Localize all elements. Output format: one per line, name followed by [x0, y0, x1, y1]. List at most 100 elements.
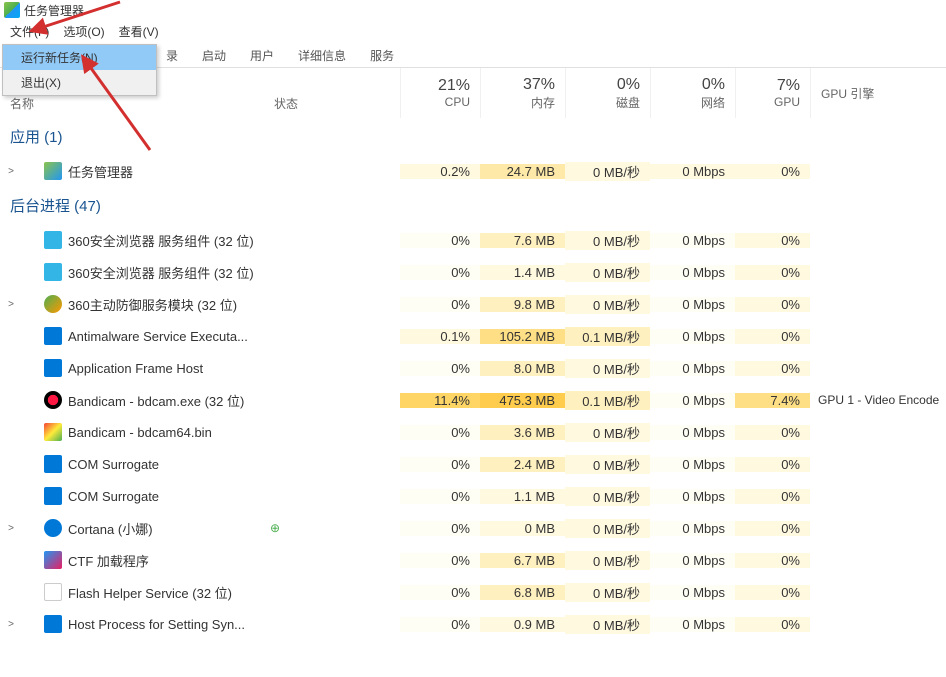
cell-cpu: 0% [400, 489, 480, 504]
cell-disk: 0 MB/秒 [565, 295, 650, 314]
process-name: COM Surrogate [68, 457, 159, 472]
process-icon [44, 423, 62, 441]
process-name: 360安全浏览器 服务组件 (32 位) [68, 231, 254, 250]
cell-gpu: 0% [735, 553, 810, 568]
process-name: COM Surrogate [68, 489, 159, 504]
group-header: 应用 (1) [0, 118, 946, 155]
process-row[interactable]: >Cortana (小娜)⊕0%0 MB0 MB/秒0 Mbps0% [0, 512, 946, 544]
cell-disk: 0 MB/秒 [565, 263, 650, 282]
header-net[interactable]: 0% 网络 [650, 68, 735, 118]
expand-chevron-icon[interactable]: > [4, 166, 18, 177]
cell-net: 0 Mbps [650, 617, 735, 632]
process-icon [44, 359, 62, 377]
menu-file[interactable]: 文件(F) [4, 21, 55, 42]
header-cpu[interactable]: 21% CPU [400, 68, 480, 118]
cell-cpu: 0% [400, 265, 480, 280]
expand-chevron-icon[interactable]: > [4, 619, 18, 630]
expand-chevron-icon[interactable]: > [4, 299, 18, 310]
cell-disk: 0.1 MB/秒 [565, 327, 650, 346]
expand-chevron-icon[interactable]: > [4, 523, 18, 534]
process-name: 360主动防御服务模块 (32 位) [68, 295, 237, 314]
cell-mem: 0 MB [480, 521, 565, 536]
cell-net: 0 Mbps [650, 361, 735, 376]
process-row[interactable]: Application Frame Host0%8.0 MB0 MB/秒0 Mb… [0, 352, 946, 384]
cell-net: 0 Mbps [650, 164, 735, 179]
tab-startup[interactable]: 启动 [192, 44, 236, 67]
cell-disk: 0 MB/秒 [565, 455, 650, 474]
cell-mem: 1.1 MB [480, 489, 565, 504]
dropdown-exit[interactable]: 退出(X) [3, 70, 156, 95]
header-disk[interactable]: 0% 磁盘 [565, 68, 650, 118]
header-gpu[interactable]: 7% GPU [735, 68, 810, 118]
process-row[interactable]: CTF 加载程序0%6.7 MB0 MB/秒0 Mbps0% [0, 544, 946, 576]
process-name: Flash Helper Service (32 位) [68, 583, 232, 602]
process-row[interactable]: COM Surrogate0%2.4 MB0 MB/秒0 Mbps0% [0, 448, 946, 480]
process-icon [44, 583, 62, 601]
cell-mem: 0.9 MB [480, 617, 565, 632]
process-icon [44, 519, 62, 537]
cell-gpu: 0% [735, 617, 810, 632]
process-row[interactable]: >任务管理器0.2%24.7 MB0 MB/秒0 Mbps0% [0, 155, 946, 187]
process-row[interactable]: 360安全浏览器 服务组件 (32 位)0%7.6 MB0 MB/秒0 Mbps… [0, 224, 946, 256]
cell-mem: 2.4 MB [480, 457, 565, 472]
process-row[interactable]: >360主动防御服务模块 (32 位)0%9.8 MB0 MB/秒0 Mbps0… [0, 288, 946, 320]
process-row[interactable]: 360安全浏览器 服务组件 (32 位) 0%1.4 MB0 MB/秒0 Mbps… [0, 256, 946, 288]
process-icon [44, 455, 62, 473]
cell-cpu: 0% [400, 297, 480, 312]
process-name-cell: Bandicam - bdcam.exe (32 位) [0, 391, 270, 410]
process-name: Application Frame Host [68, 361, 203, 376]
process-name: Cortana (小娜) [68, 519, 153, 538]
cell-mem: 105.2 MB [480, 329, 565, 344]
cell-gpu-engine: GPU 1 - Video Encode [810, 393, 946, 407]
header-mem[interactable]: 37% 内存 [480, 68, 565, 118]
process-row[interactable]: Antimalware Service Executa...0.1%105.2 … [0, 320, 946, 352]
process-row[interactable]: Flash Helper Service (32 位) 0%6.8 MB0 MB/… [0, 576, 946, 608]
cell-mem: 6.8 MB [480, 585, 565, 600]
process-row[interactable]: COM Surrogate0%1.1 MB0 MB/秒0 Mbps0% [0, 480, 946, 512]
process-row[interactable]: Bandicam - bdcam.exe (32 位)11.4%475.3 MB… [0, 384, 946, 416]
header-status[interactable]: 状态 [270, 68, 400, 118]
cell-disk: 0 MB/秒 [565, 162, 650, 181]
process-name-cell: COM Surrogate [0, 455, 270, 473]
cell-mem: 7.6 MB [480, 233, 565, 248]
cell-cpu: 0% [400, 617, 480, 632]
process-row[interactable]: >Host Process for Setting Syn...0%0.9 MB… [0, 608, 946, 640]
cell-net: 0 Mbps [650, 233, 735, 248]
tab-users[interactable]: 用户 [240, 44, 284, 67]
tab-history[interactable]: 录 [156, 44, 188, 67]
tab-details[interactable]: 详细信息 [288, 44, 356, 67]
process-name: Bandicam - bdcam64.bin [68, 425, 212, 440]
process-name-cell: Antimalware Service Executa... [0, 327, 270, 345]
process-name-cell: 360安全浏览器 服务组件 (32 位) [0, 231, 270, 250]
cell-cpu: 0% [400, 585, 480, 600]
header-gpu-engine[interactable]: GPU 引擎 [810, 68, 946, 118]
cell-net: 0 Mbps [650, 265, 735, 280]
cell-cpu: 0.2% [400, 164, 480, 179]
cell-gpu: 0% [735, 457, 810, 472]
process-name-cell: >Host Process for Setting Syn... [0, 615, 270, 633]
process-name-cell: >任务管理器 [0, 162, 270, 181]
cell-mem: 1.4 MB [480, 265, 565, 280]
header-name-label: 名称 [10, 95, 34, 112]
process-row[interactable]: Bandicam - bdcam64.bin0%3.6 MB0 MB/秒0 Mb… [0, 416, 946, 448]
process-name-cell: 360安全浏览器 服务组件 (32 位) [0, 263, 270, 282]
cell-gpu: 0% [735, 164, 810, 179]
tab-services[interactable]: 服务 [360, 44, 404, 67]
cell-net: 0 Mbps [650, 393, 735, 408]
cell-mem: 6.7 MB [480, 553, 565, 568]
process-name-cell: CTF 加载程序 [0, 551, 270, 570]
menu-options[interactable]: 选项(O) [57, 21, 110, 42]
cell-gpu: 0% [735, 329, 810, 344]
cell-mem: 3.6 MB [480, 425, 565, 440]
menu-view[interactable]: 查看(V) [113, 21, 165, 42]
cell-disk: 0 MB/秒 [565, 583, 650, 602]
cell-net: 0 Mbps [650, 585, 735, 600]
cell-cpu: 0% [400, 521, 480, 536]
cell-cpu: 0% [400, 361, 480, 376]
cell-disk: 0 MB/秒 [565, 487, 650, 506]
cell-net: 0 Mbps [650, 553, 735, 568]
process-name-cell: Application Frame Host [0, 359, 270, 377]
dropdown-run-new-task[interactable]: 运行新任务(N) [3, 45, 156, 70]
titlebar: 任务管理器 [0, 0, 946, 20]
process-name-cell: > Cortana (小娜) [0, 519, 270, 538]
